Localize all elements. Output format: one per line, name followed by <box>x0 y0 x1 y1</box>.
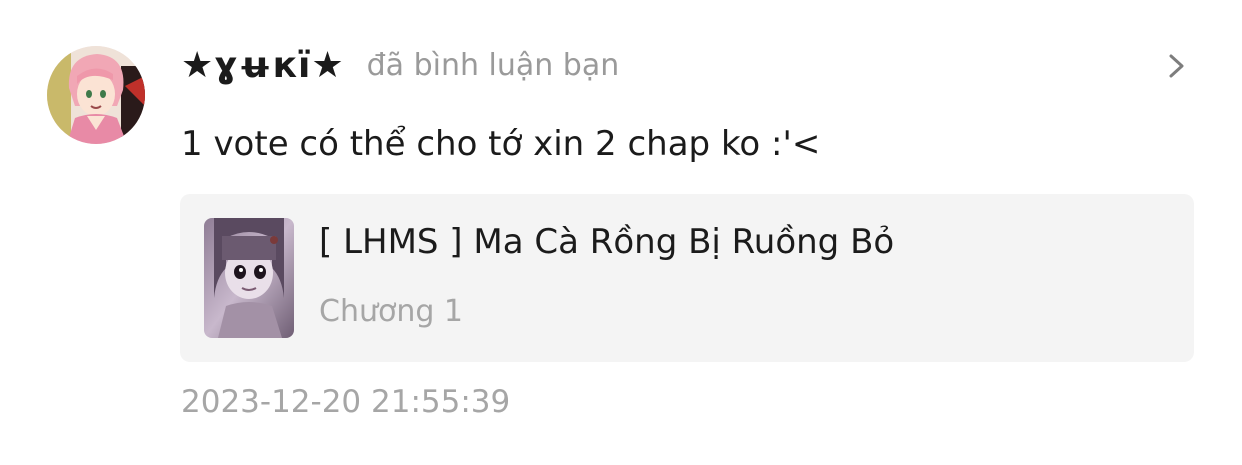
story-title: [ LHMS ] Ma Cà Rồng Bị Ruồng Bỏ <box>319 222 895 262</box>
username[interactable]: ★ɣʉкï★ <box>181 45 345 86</box>
referenced-chapter-card[interactable]: [ LHMS ] Ma Cà Rồng Bị Ruồng Bỏ Chương 1 <box>180 194 1194 362</box>
manga-cover-thumbnail <box>204 218 294 338</box>
notification-header: ★ɣʉкï★ đã bình luận bạn <box>181 40 619 90</box>
timestamp: 2023-12-20 21:55:39 <box>181 384 511 420</box>
comment-text: 1 vote có thể cho tớ xin 2 chap ko :'< <box>181 124 821 164</box>
chevron-right-icon[interactable] <box>1162 50 1192 82</box>
user-avatar[interactable] <box>47 46 145 144</box>
chapter-label: Chương 1 <box>319 294 464 329</box>
action-text: đã bình luận bạn <box>366 47 620 83</box>
comment-notification[interactable]: ★ɣʉкï★ đã bình luận bạn 1 vote có thể ch… <box>0 0 1242 465</box>
